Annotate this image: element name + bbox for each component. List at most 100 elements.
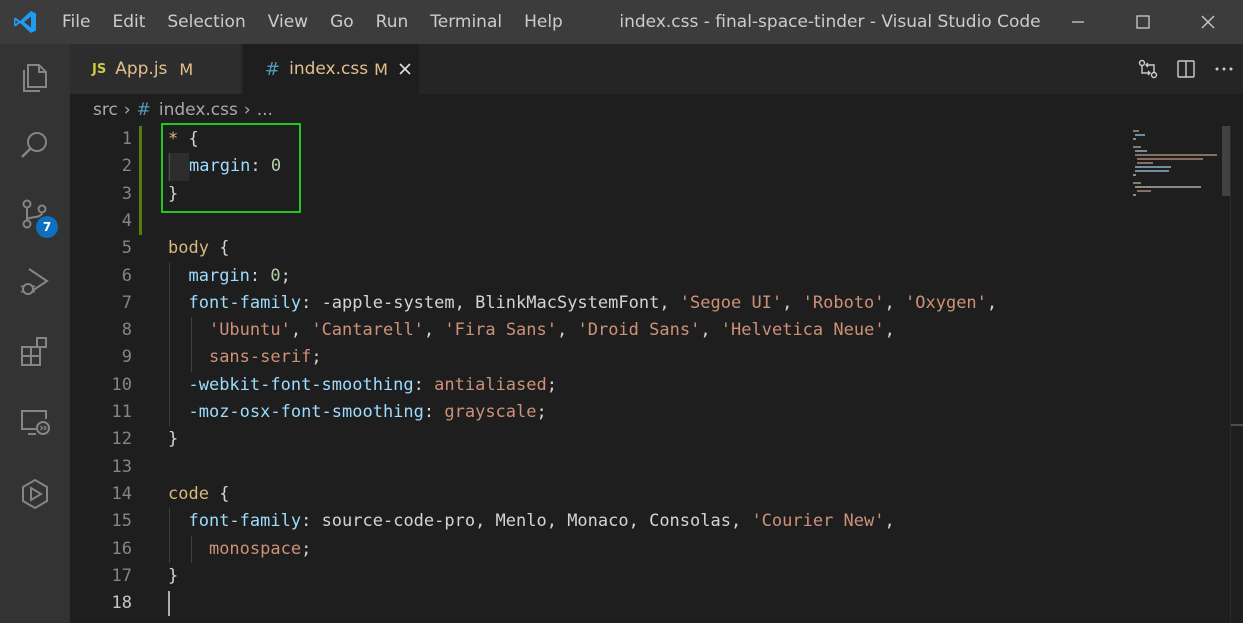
- css-selector: code: [168, 483, 209, 504]
- brace: }: [168, 429, 179, 450]
- css-property: font-family: [188, 292, 302, 313]
- comma: ,: [782, 292, 803, 313]
- more-actions-button[interactable]: [1205, 44, 1243, 94]
- tab-label: App.js: [115, 59, 168, 79]
- code-line: monospace;: [168, 536, 311, 563]
- minimize-icon: [1072, 21, 1084, 23]
- line-number: 16: [111, 538, 132, 559]
- css-string: 'Ubuntu': [208, 320, 291, 341]
- editor-actions: [1129, 44, 1243, 94]
- line-number-gutter: 1 2 3 4 5 6 7 8 9 10 11 12 13 14 15 16 1…: [70, 126, 150, 623]
- menu-run[interactable]: Run: [365, 0, 420, 44]
- minimap[interactable]: [1128, 126, 1223, 623]
- chevron-right-icon: ›: [123, 100, 131, 120]
- minimap-line: [1135, 150, 1147, 152]
- css-string: 'Segoe UI': [679, 292, 783, 313]
- css-value: -apple-system, BlinkMacSystemFont,: [321, 292, 680, 313]
- overview-ruler-mark: [1231, 424, 1243, 426]
- menu-file[interactable]: File: [50, 0, 101, 44]
- compare-changes-icon: [1138, 59, 1158, 79]
- semicolon: ;: [311, 347, 322, 368]
- modified-indicator: M: [179, 59, 194, 79]
- line-number: 12: [111, 429, 132, 450]
- line-number: 17: [111, 565, 132, 586]
- css-property: font-family: [188, 511, 302, 532]
- comma: ,: [700, 320, 721, 341]
- minimap-line: [1133, 130, 1139, 132]
- line-number: 2: [121, 156, 132, 177]
- search-icon[interactable]: [0, 112, 70, 180]
- remote-explorer-icon[interactable]: [0, 388, 70, 456]
- breadcrumb: src › # index.css › ...: [70, 94, 1243, 126]
- line-number: 3: [121, 183, 132, 204]
- line-number: 4: [121, 210, 132, 231]
- line-number: 6: [121, 265, 132, 286]
- menu-view[interactable]: View: [257, 0, 319, 44]
- css-selector: body: [168, 238, 209, 259]
- comma: ,: [290, 320, 312, 341]
- comma: ,: [557, 320, 578, 341]
- git-change-indicator[interactable]: [139, 126, 142, 235]
- minimap-line: [1135, 170, 1169, 172]
- line-number: 11: [111, 402, 132, 422]
- vertical-scrollbar[interactable]: [1230, 126, 1243, 623]
- code-line: font-family: -apple-system, BlinkMacSyst…: [168, 290, 997, 317]
- minimap-line: [1133, 174, 1136, 176]
- colon: :: [301, 511, 322, 532]
- css-string: 'Droid Sans': [577, 320, 701, 341]
- minimap-line: [1135, 186, 1201, 188]
- close-window-button[interactable]: [1173, 0, 1243, 44]
- semicolon: ;: [536, 402, 547, 422]
- tab-close-button[interactable]: [396, 60, 414, 78]
- docker-icon[interactable]: [0, 460, 70, 528]
- minimap-line: [1133, 182, 1141, 184]
- explorer-icon[interactable]: [0, 44, 70, 112]
- css-value: antialiased: [434, 374, 547, 395]
- code-line: code {: [168, 481, 229, 508]
- code-line: sans-serif;: [168, 344, 322, 371]
- css-value: source-code-pro, Menlo, Monaco, Consolas…: [321, 511, 752, 532]
- line-number: 13: [111, 456, 132, 477]
- menu-terminal[interactable]: Terminal: [419, 0, 513, 44]
- code-line: margin: 0;: [168, 263, 290, 290]
- code-area[interactable]: * { margin: 0 } body { margin: 0; font-f…: [168, 126, 1198, 623]
- code-line: -moz-osx-font-smoothing: grayscale;: [168, 399, 547, 426]
- maximize-icon: [1136, 15, 1150, 29]
- css-file-icon: #: [136, 100, 151, 120]
- breadcrumb-folder[interactable]: src: [93, 100, 118, 120]
- breadcrumb-more[interactable]: ...: [257, 100, 273, 120]
- run-debug-icon[interactable]: [0, 248, 70, 316]
- comma: ,: [884, 292, 906, 313]
- css-string: 'Helvetica Neue': [720, 320, 885, 341]
- menu-go[interactable]: Go: [319, 0, 365, 44]
- menu-help[interactable]: Help: [513, 0, 574, 44]
- extensions-icon[interactable]: [0, 318, 70, 386]
- open-changes-button[interactable]: [1129, 44, 1167, 94]
- css-string: 'Courier New': [751, 511, 885, 532]
- code-line: body {: [168, 235, 229, 262]
- minimap-line: [1133, 146, 1141, 148]
- activity-bar: 7: [0, 44, 70, 623]
- minimap-line: [1133, 194, 1136, 196]
- tab-index-css[interactable]: # index.css M: [243, 44, 419, 94]
- css-property: -moz-osx-font-smoothing: [188, 402, 424, 422]
- menu-selection[interactable]: Selection: [156, 0, 256, 44]
- title-bar: File Edit Selection View Go Run Terminal…: [0, 0, 1243, 44]
- semicolon: ;: [546, 374, 557, 395]
- source-control-icon[interactable]: [0, 180, 70, 248]
- menu-edit[interactable]: Edit: [101, 0, 156, 44]
- comma: ,: [884, 511, 895, 532]
- maximize-button[interactable]: [1108, 0, 1178, 44]
- minimap-line: [1137, 162, 1153, 164]
- breadcrumb-file[interactable]: index.css: [159, 100, 238, 120]
- tab-app-js[interactable]: JS App.js M: [70, 44, 242, 94]
- close-icon: [1201, 15, 1215, 29]
- code-line: 'Ubuntu', 'Cantarell', 'Fira Sans', 'Dro…: [168, 317, 895, 344]
- css-string: 'Cantarell': [311, 320, 424, 341]
- code-line: -webkit-font-smoothing: antialiased;: [168, 372, 557, 399]
- minimize-button[interactable]: [1043, 0, 1113, 44]
- split-editor-button[interactable]: [1167, 44, 1205, 94]
- js-file-icon: JS: [92, 61, 107, 77]
- minimap-slider[interactable]: [1222, 126, 1230, 196]
- comma: ,: [884, 320, 895, 341]
